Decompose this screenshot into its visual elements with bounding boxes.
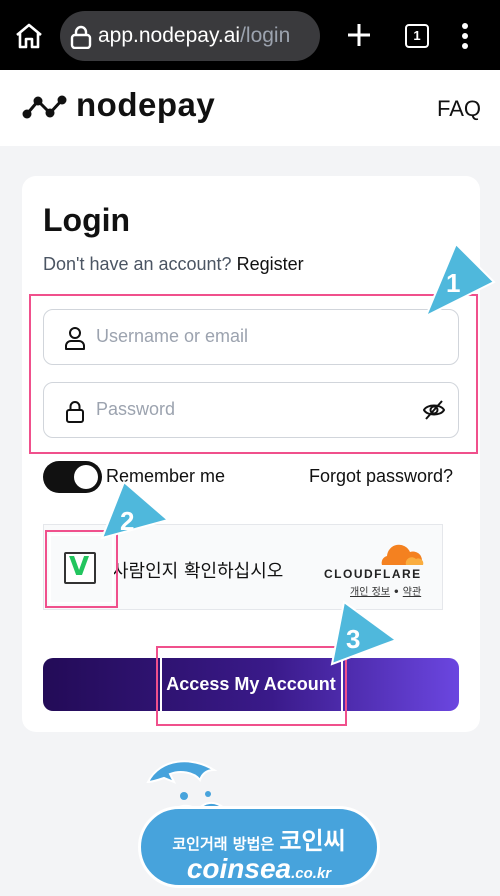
annotation-box-submit [156, 646, 347, 726]
tab-switcher-button[interactable]: 1 [405, 24, 429, 48]
logo-text[interactable]: nodepay [76, 86, 215, 124]
address-bar[interactable]: app.nodepay.ai/login [60, 11, 320, 61]
captcha-prompt: 사람인지 확인하십시오 [112, 561, 284, 582]
watermark-domain: coinsea [186, 853, 292, 884]
cloudflare-cloud-icon [381, 544, 424, 565]
home-icon[interactable] [14, 22, 44, 50]
signup-prompt-text: Don't have an account? [43, 254, 232, 274]
url-path: /login [240, 24, 291, 47]
annotation-number-3: 3 [346, 624, 361, 654]
cloudflare-brand: CLOUDFLARE [324, 567, 422, 581]
watermark-prefix: 코인거래 방법은 [172, 835, 275, 853]
watermark-line1: 코인거래 방법은 코인씨 [141, 821, 377, 856]
faq-link[interactable]: FAQ [437, 96, 481, 122]
watermark-line2: coinsea.co.kr [141, 853, 377, 885]
page-title: Login [43, 202, 131, 238]
coinsea-watermark: 코인거래 방법은 코인씨 coinsea.co.kr [138, 806, 380, 888]
new-tab-plus-icon[interactable] [346, 22, 372, 48]
watermark-tld: .co.kr [291, 865, 332, 882]
link-separator: • [393, 587, 400, 598]
more-menu-icon[interactable] [458, 22, 472, 50]
url-host: app.nodepay.ai [98, 24, 241, 47]
watermark-brand: 코인씨 [279, 827, 346, 855]
remember-me-label[interactable]: Remember me [106, 466, 225, 487]
browser-toolbar: app.nodepay.ai/login 1 [0, 0, 500, 70]
remember-me-toggle[interactable] [43, 461, 102, 493]
forgot-password-link[interactable]: Forgot password? [309, 466, 453, 487]
privacy-link[interactable]: 개인 정보 [350, 587, 390, 598]
secure-lock-icon[interactable] [70, 25, 92, 49]
captcha-links: 개인 정보 • 약관 [350, 583, 421, 598]
annotation-box-captcha [45, 530, 118, 608]
url-text: app.nodepay.ai/login [98, 24, 290, 48]
terms-link[interactable]: 약관 [403, 587, 421, 598]
annotation-number-2: 2 [120, 506, 135, 536]
annotation-box-credentials [29, 294, 478, 454]
signup-prompt: Don't have an account? Register [43, 254, 304, 275]
nodepay-logo-icon[interactable] [22, 94, 68, 120]
annotation-number-1: 1 [446, 268, 461, 298]
site-header: nodepay FAQ [0, 70, 500, 146]
register-link[interactable]: Register [237, 254, 304, 274]
toggle-knob [74, 465, 98, 489]
